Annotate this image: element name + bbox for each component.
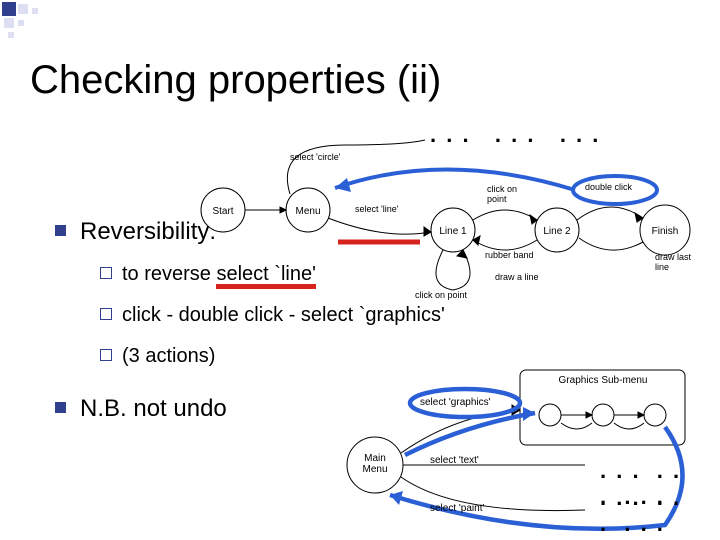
edge-double-click-label: double click bbox=[585, 182, 633, 192]
filled-square-bullet-icon bbox=[55, 402, 66, 413]
node-line1-label: Line 1 bbox=[439, 226, 467, 237]
state-diagram-top: Start Menu Line 1 Line 2 Finish select '… bbox=[195, 130, 715, 300]
submenu-title-label: Graphics Sub-menu bbox=[559, 375, 648, 386]
sub-text: click - double click - select `graphics' bbox=[122, 304, 445, 326]
edge-select-text-label: select 'text' bbox=[430, 455, 479, 466]
slide-title: Checking properties (ii) bbox=[30, 58, 441, 103]
node-finish-label: Finish bbox=[652, 226, 679, 237]
edge-select-graphics-label: select 'graphics' bbox=[420, 397, 491, 408]
sub-bullet-click-line: click - double click - select `graphics' bbox=[100, 304, 445, 327]
edge-click-point-top-label: click onpoint bbox=[487, 184, 517, 204]
edge-draw-line-label: draw a line bbox=[495, 272, 539, 282]
node-start-label: Start bbox=[212, 206, 233, 217]
node-main-menu-label: MainMenu bbox=[362, 453, 387, 475]
edge-click-point-bot-label: click on point bbox=[415, 290, 468, 300]
node-line2-label: Line 2 bbox=[543, 226, 571, 237]
sub-text: (3 actions) bbox=[122, 345, 215, 367]
edge-rubber-band-label: rubber band bbox=[485, 250, 534, 260]
edge-draw-last-label: draw lastline bbox=[655, 252, 692, 272]
bullet-text: N.B. not undo bbox=[80, 395, 227, 422]
sub-bullet-actions: (3 actions) bbox=[100, 345, 215, 368]
bullet-nb: N.B. not undo bbox=[55, 395, 227, 423]
open-square-bullet-icon bbox=[100, 267, 112, 279]
open-square-bullet-icon bbox=[100, 349, 112, 361]
edge-select-circle-label: select 'circle' bbox=[290, 152, 341, 162]
bullet-reversibility: Reversibility: bbox=[55, 218, 216, 246]
filled-square-bullet-icon bbox=[55, 225, 66, 236]
edge-select-line-label: select 'line' bbox=[355, 204, 399, 214]
node-menu-label: Menu bbox=[295, 206, 320, 217]
open-square-bullet-icon bbox=[100, 308, 112, 320]
ellipsis-dots: . . . . . . . . . bbox=[600, 485, 720, 537]
edge-select-paint-label: select 'paint' bbox=[430, 503, 484, 514]
